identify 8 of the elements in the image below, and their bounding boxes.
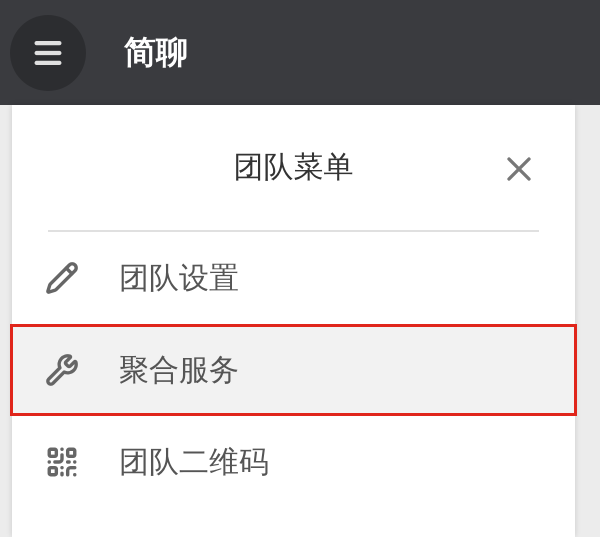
- menu-title: 团队菜单: [234, 149, 354, 187]
- qr-code-icon: [45, 445, 79, 479]
- menu-item[interactable]: 团队二维码: [10, 416, 577, 508]
- menu-item[interactable]: 团队设置: [10, 232, 577, 324]
- menu-item[interactable]: 聚合服务: [10, 324, 577, 416]
- pencil-icon: [45, 261, 79, 295]
- app-title: 简聊: [124, 32, 188, 72]
- wrench-icon: [45, 353, 79, 387]
